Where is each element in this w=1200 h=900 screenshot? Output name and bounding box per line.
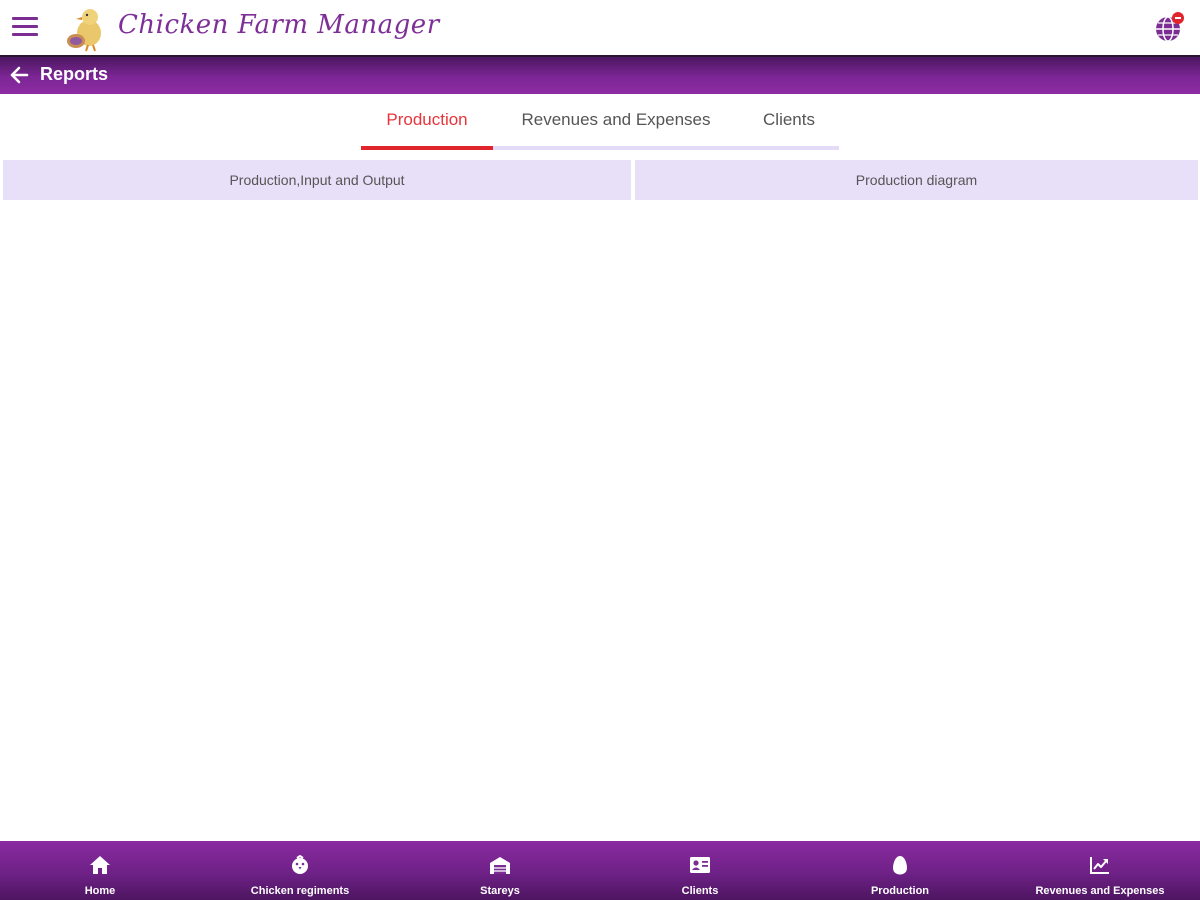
language-globe-icon[interactable] bbox=[1154, 12, 1186, 44]
tab-revenues-and-expenses[interactable]: Revenues and Expenses bbox=[493, 100, 739, 150]
chick-logo-icon bbox=[67, 9, 101, 52]
bottom-navigation: Home Chicken regiments Stareys Clients P… bbox=[0, 841, 1200, 900]
nav-clients-label: Clients bbox=[681, 885, 719, 897]
contact-card-icon bbox=[690, 857, 710, 873]
nav-revenues-and-expenses-label: Revenues and Expenses bbox=[1035, 885, 1165, 897]
app-title: Chicken Farm Manager bbox=[118, 10, 440, 40]
barn-icon bbox=[490, 857, 510, 874]
nav-stareys-label: Stareys bbox=[480, 885, 520, 897]
nav-production[interactable]: Production bbox=[800, 841, 1000, 900]
chick-icon bbox=[292, 855, 308, 874]
top-app-bar: Chicken Farm Manager bbox=[0, 0, 1200, 57]
nav-home[interactable]: Home bbox=[0, 841, 200, 900]
home-icon bbox=[90, 856, 110, 874]
nav-home-label: Home bbox=[84, 885, 116, 897]
nav-stareys[interactable]: Stareys bbox=[400, 841, 600, 900]
page-title: Reports bbox=[40, 64, 109, 84]
nav-revenues-and-expenses[interactable]: Revenues and Expenses bbox=[1000, 841, 1200, 900]
active-tab-indicator bbox=[361, 146, 493, 150]
back-arrow-icon[interactable] bbox=[8, 64, 30, 86]
app-root: Chicken Farm Manager Reports Production … bbox=[0, 0, 1200, 900]
tab-clients[interactable]: Clients bbox=[739, 100, 839, 150]
nav-chicken-regiments-label: Chicken regiments bbox=[250, 885, 350, 897]
production-diagram-button[interactable]: Production diagram bbox=[635, 160, 1198, 200]
hamburger-menu-icon[interactable] bbox=[12, 14, 42, 42]
nav-clients[interactable]: Clients bbox=[600, 841, 800, 900]
nav-production-label: Production bbox=[870, 885, 930, 897]
egg-icon bbox=[893, 856, 907, 875]
production-input-output-button[interactable]: Production,Input and Output bbox=[3, 160, 631, 200]
trending-up-icon bbox=[1090, 857, 1109, 874]
nav-chicken-regiments[interactable]: Chicken regiments bbox=[200, 841, 400, 900]
page-header-bar: Reports bbox=[0, 57, 1200, 94]
tab-production[interactable]: Production bbox=[361, 100, 493, 150]
report-tabs: Production Revenues and Expenses Clients bbox=[361, 100, 839, 150]
